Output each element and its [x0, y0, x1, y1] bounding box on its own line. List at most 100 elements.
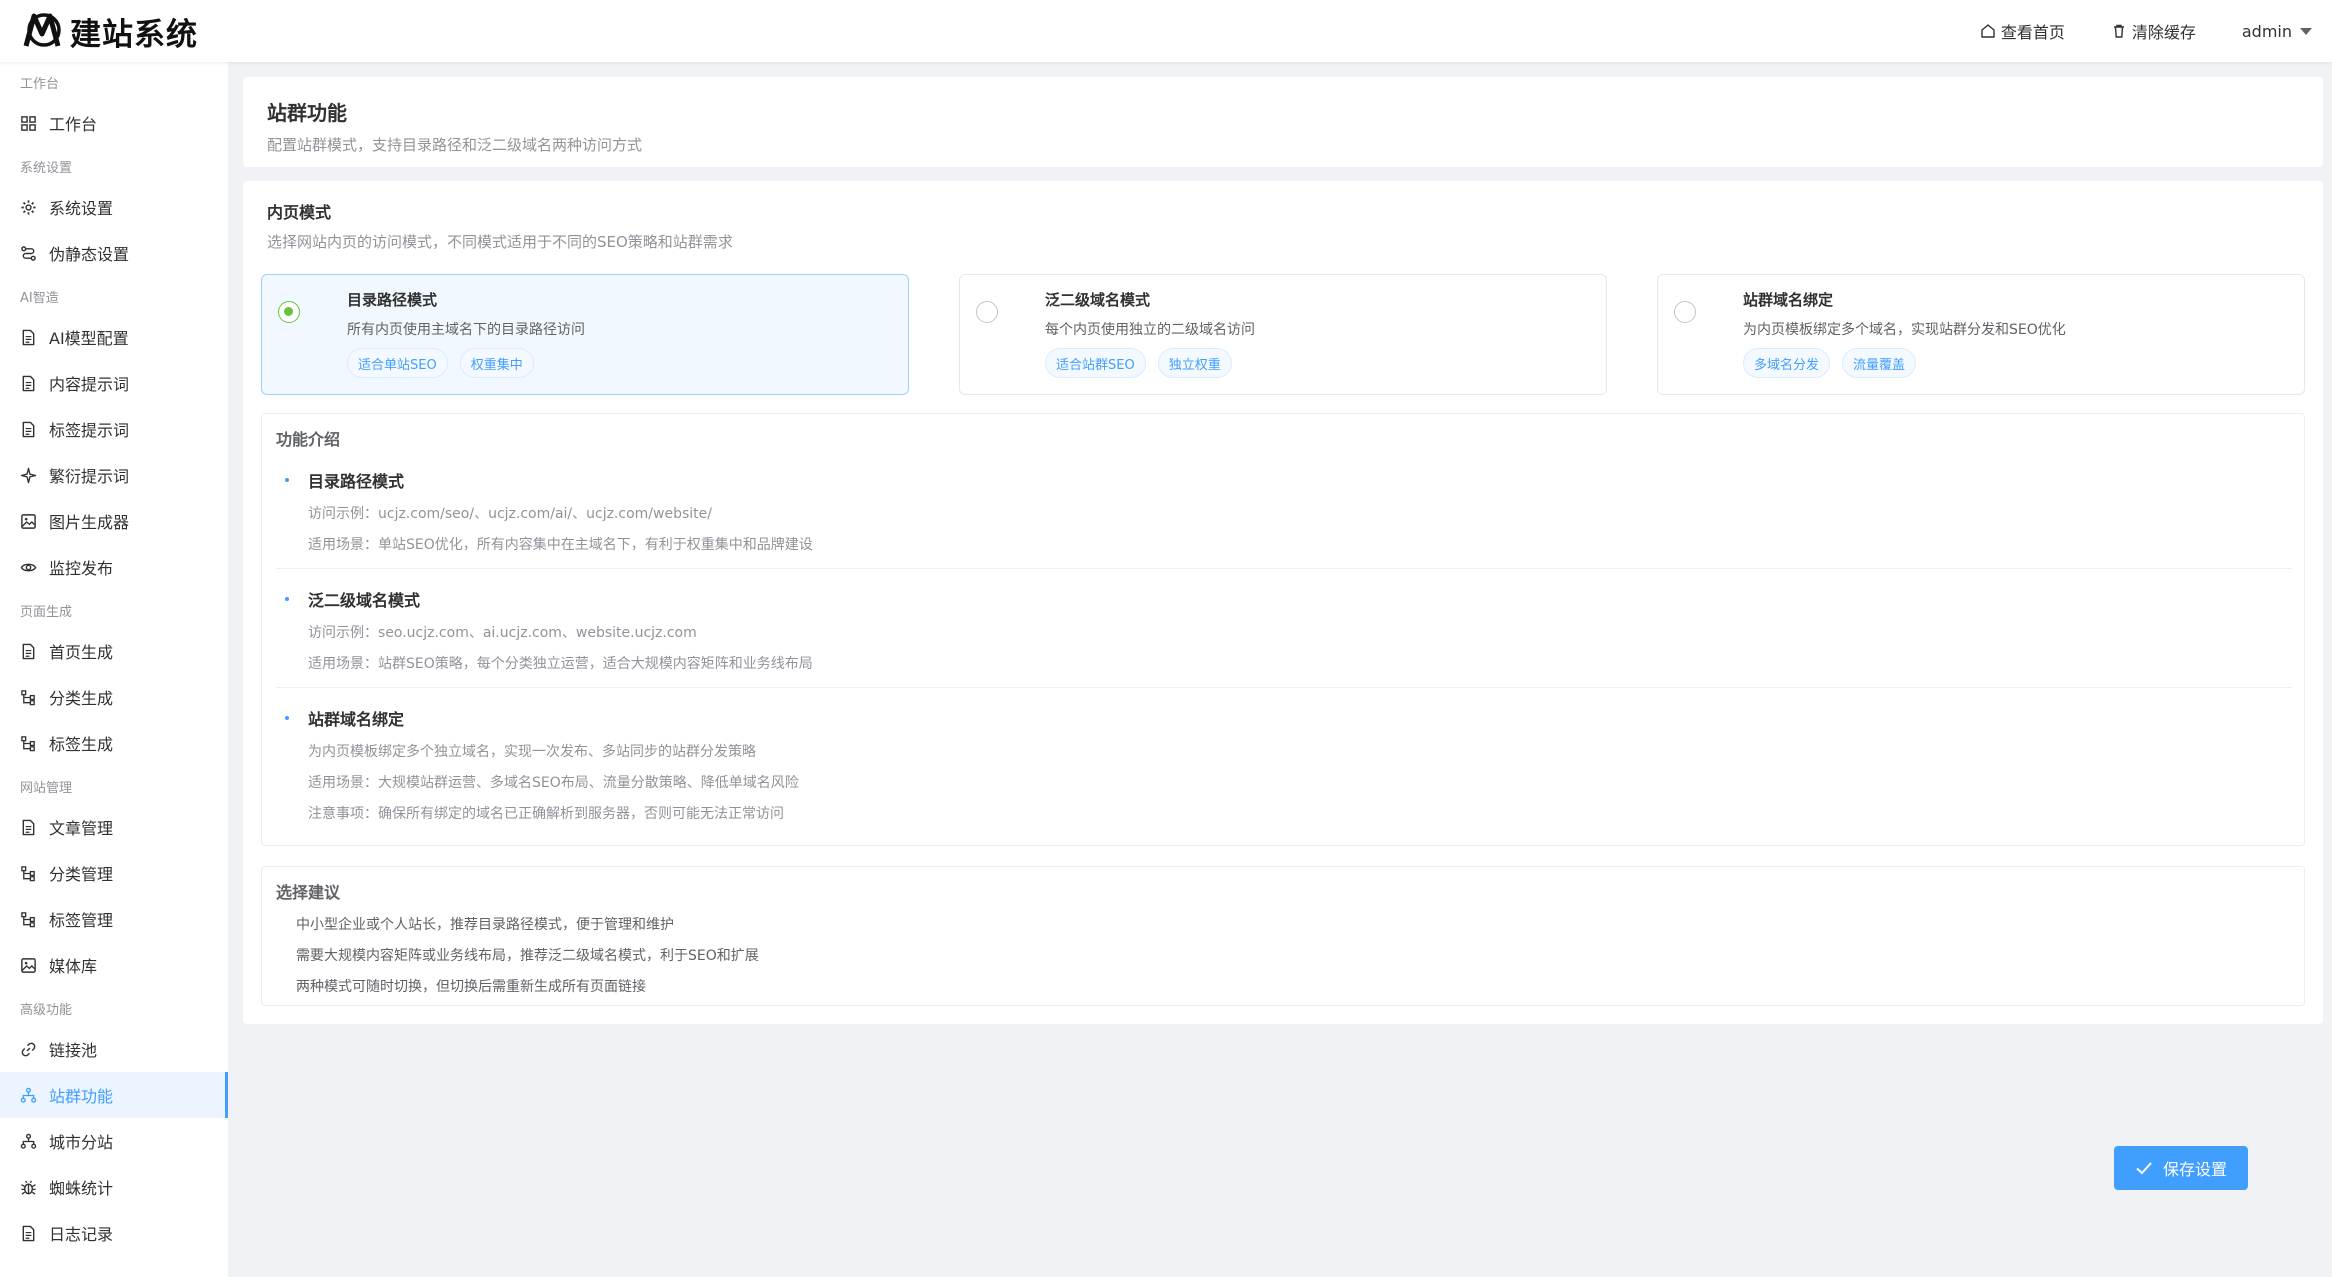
top-header: 建站系统 查看首页 清除缓存 admin — [0, 0, 2332, 62]
home-icon — [1981, 24, 1995, 38]
mode-name: 目录路径模式 — [347, 291, 438, 309]
intro-item: 站群域名绑定 为内页模板绑定多个独立域名，实现一次发布、多站同步的站群分发策略 适用… — [276, 688, 2292, 837]
sparkle-icon — [20, 467, 37, 483]
sidebar-item-label: 文章管理 — [49, 819, 114, 838]
clear-cache-link[interactable]: 清除缓存 — [2111, 19, 2196, 43]
sidebar-item[interactable]: 标签提示词 — [0, 406, 228, 452]
sidebar-item-label: 分类管理 — [49, 865, 114, 884]
trash-icon — [2113, 24, 2124, 38]
sidebar-item[interactable]: 伪静态设置 — [0, 230, 228, 276]
page-header: 站群功能 配置站群模式，支持目录路径和泛二级域名两种访问方式 — [243, 77, 2323, 167]
sidebar-item-label: 日志记录 — [49, 1225, 114, 1244]
sidebar-item-label: 首页生成 — [49, 643, 114, 662]
mode-tag: 适合站群SEO — [1045, 348, 1146, 378]
sidebar-item[interactable]: 系统设置 — [0, 184, 228, 230]
mode-tag: 多域名分发 — [1743, 348, 1831, 378]
feature-intro: 功能介绍 目录路径模式 访问示例：ucjz.com/seo/、ucjz.com/a… — [261, 413, 2305, 846]
sidebar-item[interactable]: 标签生成 — [0, 720, 228, 766]
logo[interactable]: 建站系统 — [20, 8, 198, 54]
sidebar-item[interactable]: 标签管理 — [0, 896, 228, 942]
intro-item-line: 注意事项：确保所有绑定的域名已正确解析到服务器，否则可能无法正常访问 — [308, 806, 784, 822]
sidebar-item[interactable]: 分类生成 — [0, 674, 228, 720]
document-icon — [22, 375, 35, 391]
sidebar-item-label: 标签提示词 — [49, 421, 130, 440]
chevron-down-icon — [2300, 27, 2312, 35]
intro-item-line: 适用场景：大规模站群运营、多域名SEO布局、流量分散策略、降低单域名风险 — [308, 775, 799, 791]
advice-line: 需要大规模内容矩阵或业务线布局，推荐泛二级域名模式，利于SEO和扩展 — [296, 948, 759, 964]
sidebar-item-label: 媒体库 — [49, 957, 98, 976]
mode-option-card[interactable]: 泛二级域名模式 每个内页使用独立的二级域名访问 适合站群SEO 独立权重 — [959, 274, 1607, 395]
menu-group-label: 页面生成 — [20, 605, 73, 620]
link-icon — [21, 1042, 36, 1056]
mode-option-card[interactable]: 站群域名绑定 为内页模板绑定多个域名，实现站群分发和SEO优化 多域名分发 流量覆盖 — [1657, 274, 2305, 395]
tree-icon — [21, 735, 35, 751]
intro-item-line: 访问示例：seo.ucjz.com、ai.ucjz.com、website.uc… — [308, 625, 697, 641]
sidebar-item[interactable]: 媒体库 — [0, 942, 228, 988]
settings-card: 内页模式 选择网站内页的访问模式，不同模式适用于不同的SEO策略和站群需求 目录… — [243, 181, 2323, 1024]
sidebar-item-label: 伪静态设置 — [49, 245, 130, 264]
document-icon — [22, 421, 35, 437]
intro-item-title: 泛二级域名模式 — [308, 591, 421, 610]
sidebar-item-label: 监控发布 — [49, 559, 114, 578]
mode-name: 站群域名绑定 — [1743, 291, 1834, 309]
intro-item-line: 适用场景：站群SEO策略，每个分类独立运营，适合大规模内容矩阵和业务线布局 — [308, 656, 813, 672]
sidebar-item[interactable]: 文章管理 — [0, 804, 228, 850]
sidebar-item[interactable]: 城市分站 — [0, 1118, 228, 1164]
sidebar-item-label: AI模型配置 — [49, 329, 129, 348]
sidebar-item-label: 链接池 — [49, 1041, 98, 1060]
sidebar-item[interactable]: AI模型配置 — [0, 314, 228, 360]
user-name: admin — [2241, 21, 2292, 41]
intro-item: 目录路径模式 访问示例：ucjz.com/seo/、ucjz.com/ai/、uc… — [276, 450, 2292, 569]
sidebar-item[interactable]: 内容提示词 — [0, 360, 228, 406]
sidebar-item[interactable]: 繁衍提示词 — [0, 452, 228, 498]
sidebar-item-label: 蜘蛛统计 — [49, 1179, 114, 1198]
sidebar-item-label: 图片生成器 — [49, 513, 130, 532]
section-title: 内页模式 — [267, 203, 332, 222]
menu-group-label: 高级功能 — [20, 1003, 73, 1018]
mode-name: 泛二级域名模式 — [1045, 291, 1151, 309]
eye-icon — [20, 563, 37, 571]
mode-description: 所有内页使用主域名下的目录路径访问 — [347, 322, 585, 338]
network-icon — [20, 1087, 37, 1103]
sidebar-item-label: 内容提示词 — [49, 375, 130, 394]
mode-tag: 适合单站SEO — [347, 348, 448, 378]
radio-selected-dot — [284, 307, 293, 316]
sidebar-item[interactable]: 工作台 — [0, 100, 228, 146]
sidebar-item[interactable]: 首页生成 — [0, 628, 228, 674]
advice-line: 中小型企业或个人站长，推荐目录路径模式，便于管理和维护 — [296, 917, 674, 933]
intro-title: 功能介绍 — [276, 430, 341, 449]
sidebar-item[interactable]: 链接池 — [0, 1026, 228, 1072]
mode-description: 为内页模板绑定多个域名，实现站群分发和SEO优化 — [1743, 322, 2066, 338]
intro-item-line: 适用场景：单站SEO优化，所有内容集中在主域名下，有利于权重集中和品牌建设 — [308, 537, 813, 553]
sidebar-item[interactable]: 分类管理 — [0, 850, 228, 896]
image-icon — [21, 513, 36, 529]
view-home-link[interactable]: 查看首页 — [1980, 19, 2065, 43]
menu-group-label: 工作台 — [20, 77, 60, 92]
user-menu[interactable]: admin — [2242, 22, 2312, 41]
intro-item: 泛二级域名模式访问示例：seo.ucjz.com、ai.ucjz.com、web… — [276, 569, 2292, 688]
mode-option-card[interactable]: 目录路径模式 所有内页使用主域名下的目录路径访问 适合单站SEO 权重集中 — [261, 274, 909, 395]
sidebar-item-label: 城市分站 — [49, 1133, 114, 1152]
sidebar-item[interactable]: 图片生成器 — [0, 498, 228, 544]
sidebar-item[interactable]: 日志记录 — [0, 1210, 228, 1256]
bug-icon — [21, 1180, 36, 1195]
route-icon — [21, 245, 36, 261]
menu-group-label: 网站管理 — [20, 781, 73, 796]
radio-button[interactable] — [278, 301, 300, 323]
radio-button[interactable] — [976, 301, 998, 323]
radio-button[interactable] — [1674, 301, 1696, 323]
bullet-icon — [285, 478, 289, 482]
section-subtitle: 选择网站内页的访问模式，不同模式适用于不同的SEO策略和站群需求 — [267, 233, 733, 251]
sidebar-item-label: 站群功能 — [49, 1087, 114, 1106]
advice-line: 两种模式可随时切换，但切换后需重新生成所有页面链接 — [296, 979, 646, 995]
save-button[interactable]: 保存设置 — [2114, 1146, 2248, 1190]
sidebar-item-label: 分类生成 — [49, 689, 114, 708]
sidebar-item[interactable]: 蜘蛛统计 — [0, 1164, 228, 1210]
sidebar: 工作台 工作台 系统设置 系统设置 伪静态设置 AI智造 AI模型配置 内容提示词 标签提示词繁… — [0, 62, 228, 1277]
sidebar-item[interactable]: 监控发布 — [0, 544, 228, 590]
sidebar-item[interactable]: 站群功能 — [0, 1072, 228, 1118]
intro-item-line: 为内页模板绑定多个独立域名，实现一次发布、多站同步的站群分发策略 — [308, 744, 756, 760]
sidebar-item-label: 繁衍提示词 — [49, 467, 130, 486]
intro-item-line: 访问示例：ucjz.com/seo/、ucjz.com/ai/、ucjz.com… — [308, 506, 712, 522]
mode-tag: 独立权重 — [1157, 348, 1232, 378]
